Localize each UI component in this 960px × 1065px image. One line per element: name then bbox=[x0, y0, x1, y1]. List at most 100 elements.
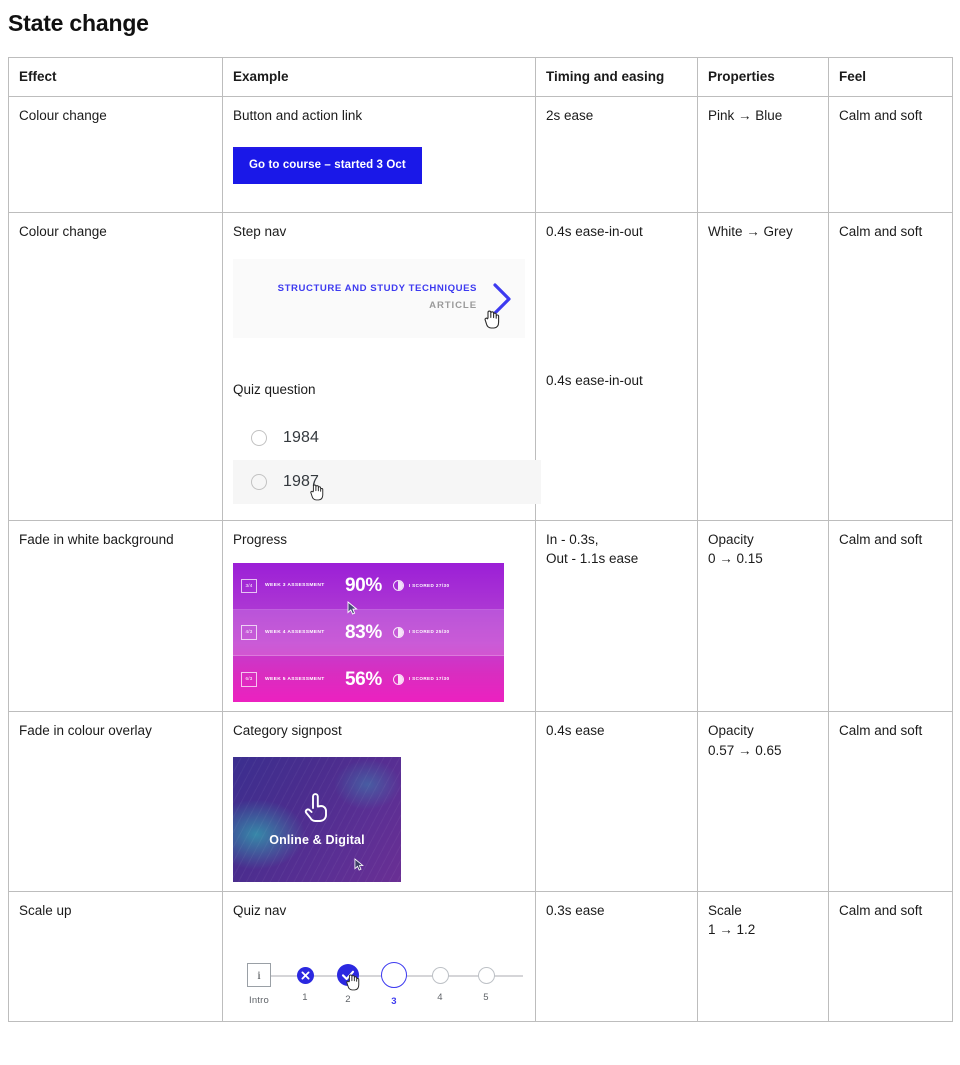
category-signpost-card[interactable]: Online & Digital bbox=[233, 756, 401, 882]
check-icon bbox=[341, 971, 355, 981]
quiz-nav-label: 3 bbox=[391, 996, 397, 1008]
radio-button-icon[interactable] bbox=[251, 429, 267, 446]
cell-feel: Calm and soft bbox=[828, 95, 953, 213]
cell-effect: Colour change bbox=[8, 95, 223, 213]
page-title: State change bbox=[8, 10, 149, 36]
table-row: Fade in white background Progress 3/4 WE… bbox=[8, 519, 953, 713]
table-row: Colour change Button and action link Go … bbox=[8, 95, 953, 213]
quiz-options-list: 1984 1987 bbox=[233, 416, 541, 504]
quiz-nav-step-3[interactable]: 3 bbox=[371, 954, 417, 1009]
timing-line-2: Out - 1.1s ease bbox=[546, 551, 639, 567]
progress-score: I SCORED 25/30 bbox=[408, 629, 450, 635]
step-nav-card[interactable]: STRUCTURE AND STUDY TECHNIQUES ARTICLE bbox=[233, 259, 525, 339]
progress-badge: 6/3 bbox=[241, 671, 257, 687]
table-row: Fade in colour overlay Category signpost… bbox=[8, 711, 953, 892]
cell-properties: Pink → Blue bbox=[697, 95, 829, 213]
example-label: Quiz nav bbox=[233, 902, 287, 918]
close-icon bbox=[301, 971, 309, 980]
quiz-nav-label: 4 bbox=[437, 992, 443, 1004]
step-nav-subtitle: ARTICLE bbox=[429, 299, 477, 311]
example-label: Button and action link bbox=[233, 107, 363, 123]
progress-name: WEEK 4 ASSESSMENT bbox=[265, 630, 325, 636]
cell-example: Step nav STRUCTURE AND STUDY TECHNIQUES … bbox=[222, 211, 541, 521]
signpost-caption: Online & Digital bbox=[269, 833, 365, 848]
step-nav-title: STRUCTURE AND STUDY TECHNIQUES bbox=[277, 283, 477, 295]
progress-name: WEEK 3 ASSESSMENT bbox=[265, 583, 325, 589]
progress-score: I SCORED 17/30 bbox=[408, 675, 450, 681]
quiz-option-label: 1984 bbox=[283, 429, 319, 447]
progress-badge: 3/4 bbox=[241, 578, 257, 594]
timing-line-1: 0.4s ease-in-out bbox=[546, 223, 643, 239]
cell-feel: Calm and soft bbox=[828, 711, 953, 892]
cell-effect: Fade in colour overlay bbox=[8, 711, 223, 892]
cta-wrapper: Go to course – started 3 Oct bbox=[233, 147, 526, 184]
incorrect-marker bbox=[296, 967, 314, 985]
info-icon: i bbox=[247, 963, 271, 988]
quiz-option-1984[interactable]: 1984 bbox=[233, 416, 541, 460]
column-header-properties: Properties bbox=[697, 57, 829, 97]
quiz-nav-step-1[interactable]: 1 bbox=[285, 954, 325, 1005]
column-header-example: Example bbox=[222, 57, 536, 97]
example-label-2: Quiz question bbox=[233, 382, 316, 398]
example-label: Category signpost bbox=[233, 723, 342, 739]
cell-effect: Colour change bbox=[8, 211, 223, 521]
pie-chart-icon bbox=[392, 673, 404, 685]
go-to-course-button[interactable]: Go to course – started 3 Oct bbox=[233, 147, 422, 184]
upcoming-marker bbox=[477, 967, 495, 985]
column-header-effect: Effect bbox=[8, 57, 223, 97]
state-change-table: Effect Example Timing and easing Propert… bbox=[8, 57, 953, 1023]
quiz-nav: i Intro 1 2 3 4 5 bbox=[233, 954, 523, 1012]
cell-timing: In - 0.3s, Out - 1.1s ease bbox=[535, 519, 698, 713]
cell-example: Progress 3/4 WEEK 3 ASSESSMENT 90% I SCO… bbox=[222, 519, 536, 713]
progress-row[interactable]: 3/4 WEEK 3 ASSESSMENT 90% I SCORED 27/30 bbox=[233, 563, 504, 610]
cell-feel: Calm and soft bbox=[828, 519, 953, 713]
tap-gesture-icon bbox=[304, 793, 327, 823]
cell-timing: 0.4s ease bbox=[535, 711, 698, 892]
quiz-nav-step-5[interactable]: 5 bbox=[463, 954, 509, 1005]
quiz-nav-step-4[interactable]: 4 bbox=[417, 954, 463, 1005]
properties-line-2: 1 → 1.2 bbox=[708, 922, 756, 938]
example-label: Progress bbox=[233, 531, 288, 547]
cell-properties: White → Grey bbox=[697, 211, 829, 521]
column-header-timing: Timing and easing bbox=[535, 57, 698, 97]
chevron-right-icon bbox=[493, 283, 511, 315]
radio-button-icon[interactable] bbox=[251, 473, 267, 490]
cell-properties: Opacity 0 → 0.15 bbox=[697, 519, 829, 713]
cell-feel: Calm and soft bbox=[828, 890, 953, 1023]
cell-timing: 0.4s ease-in-out 0.4s ease-in-out bbox=[535, 211, 698, 521]
properties-line-1: Opacity bbox=[708, 723, 754, 739]
cell-timing: 0.3s ease bbox=[535, 890, 698, 1023]
progress-score-wrap: I SCORED 25/30 bbox=[392, 627, 450, 639]
cell-feel: Calm and soft bbox=[828, 211, 953, 521]
pie-chart-icon bbox=[392, 627, 404, 639]
quiz-nav-step-intro[interactable]: i Intro bbox=[233, 954, 285, 1008]
column-header-feel: Feel bbox=[828, 57, 953, 97]
cell-example: Quiz nav i Intro 1 2 3 4 5 bbox=[222, 890, 536, 1023]
properties-line-1: Scale bbox=[708, 902, 742, 918]
timing-line-2: 0.4s ease-in-out bbox=[546, 373, 643, 389]
progress-row[interactable]: 4/3 WEEK 4 ASSESSMENT 83% I SCORED 25/30 bbox=[233, 600, 504, 657]
cell-timing: 2s ease bbox=[535, 95, 698, 213]
table-header-row: Effect Example Timing and easing Propert… bbox=[8, 57, 953, 97]
progress-score: I SCORED 27/30 bbox=[408, 582, 450, 588]
arrow-cursor-icon bbox=[354, 857, 364, 871]
properties-line-2: 0.57 → 0.65 bbox=[708, 742, 782, 758]
progress-name: WEEK 5 ASSESSMENT bbox=[265, 676, 325, 682]
quiz-nav-step-2[interactable]: 2 bbox=[325, 954, 371, 1007]
table-row: Scale up Quiz nav i Intro 1 2 3 4 5 0.3s… bbox=[8, 890, 953, 1023]
progress-row[interactable]: 6/3 WEEK 5 ASSESSMENT 56% I SCORED 17/30 bbox=[233, 656, 504, 702]
progress-score-wrap: I SCORED 27/30 bbox=[392, 580, 450, 592]
quiz-nav-label: 1 bbox=[302, 992, 308, 1004]
timing-line-1: In - 0.3s, bbox=[546, 531, 599, 547]
progress-badge: 4/3 bbox=[241, 625, 257, 640]
quiz-option-1987[interactable]: 1987 bbox=[233, 459, 541, 504]
cell-example: Button and action link Go to course – st… bbox=[222, 95, 536, 213]
example-label: Step nav bbox=[233, 223, 287, 239]
correct-marker bbox=[337, 964, 360, 991]
quiz-nav-label: 2 bbox=[345, 994, 351, 1006]
progress-widget: 3/4 WEEK 3 ASSESSMENT 90% I SCORED 27/30… bbox=[233, 563, 504, 703]
table-row: Colour change Step nav STRUCTURE AND STU… bbox=[8, 211, 953, 521]
quiz-nav-label: Intro bbox=[248, 995, 269, 1007]
quiz-nav-label: 5 bbox=[483, 992, 489, 1004]
cell-properties: Scale 1 → 1.2 bbox=[697, 890, 829, 1023]
